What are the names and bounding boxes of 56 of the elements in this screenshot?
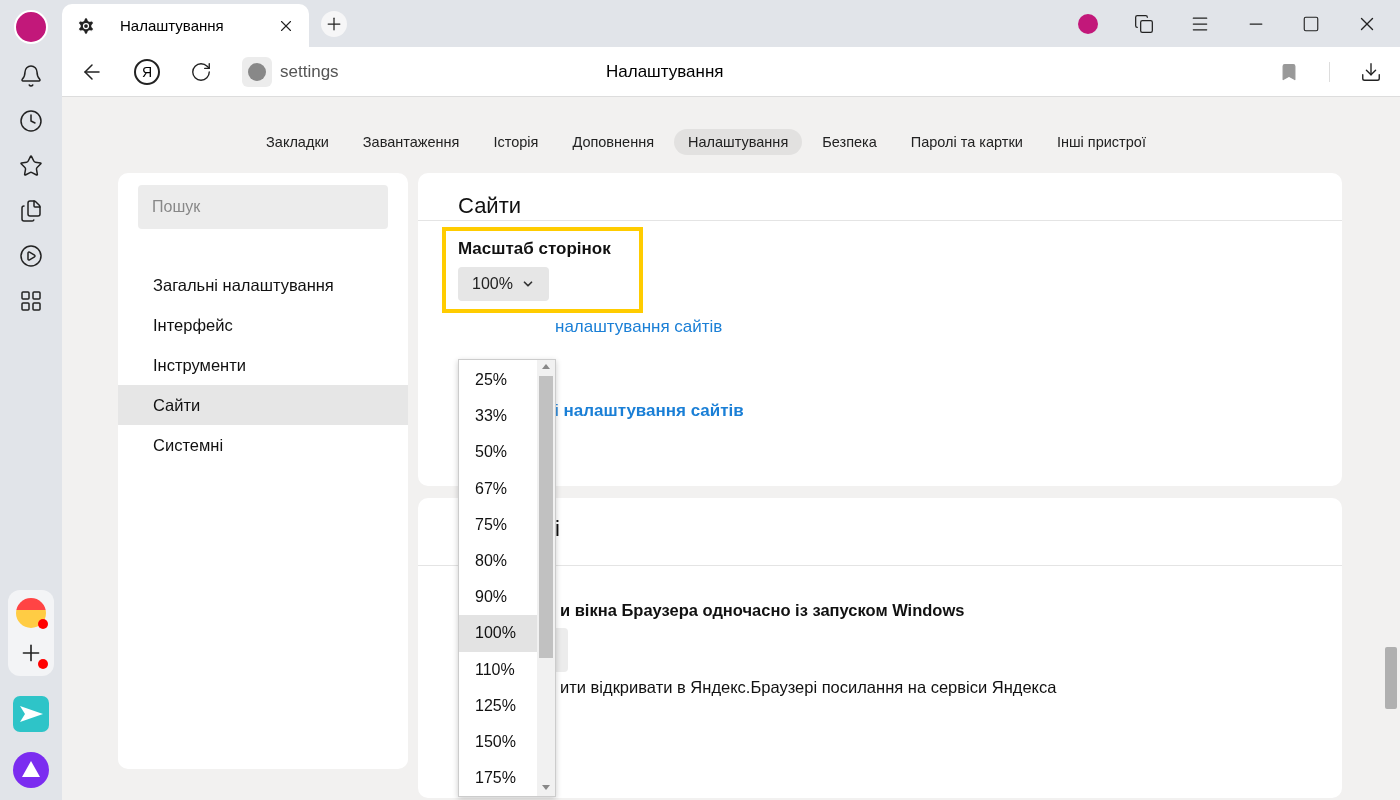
menu-item[interactable]: Сайти bbox=[118, 385, 408, 425]
nav-tab[interactable]: Інші пристрої bbox=[1042, 129, 1160, 155]
dropdown-option[interactable]: 75% bbox=[459, 506, 537, 543]
grid-icon[interactable] bbox=[19, 289, 43, 313]
maximize-icon[interactable] bbox=[1302, 15, 1320, 33]
star-icon[interactable] bbox=[19, 154, 43, 178]
nav-tab[interactable]: Завантаження bbox=[348, 129, 474, 155]
profile-avatar[interactable] bbox=[1078, 14, 1098, 34]
dropdown-option[interactable]: 150% bbox=[459, 723, 537, 761]
assistant-icon[interactable] bbox=[13, 752, 49, 788]
menu-item[interactable]: Загальні налаштування bbox=[118, 265, 408, 305]
link[interactable]: і налаштування сайтів bbox=[555, 401, 744, 420]
nav-tab[interactable]: Паролі та картки bbox=[896, 129, 1037, 155]
home-button[interactable]: Я bbox=[134, 58, 160, 85]
dropdown-option[interactable]: 80% bbox=[459, 542, 537, 580]
reload-icon[interactable] bbox=[190, 60, 212, 83]
dropdown-option[interactable]: 50% bbox=[459, 434, 537, 471]
option-label: ити відкривати в Яндекс.Браузері посилання на сервіси Яндекса bbox=[560, 678, 1057, 696]
download-icon[interactable] bbox=[1360, 60, 1382, 83]
card-title: Сайти bbox=[418, 173, 1342, 221]
search-field[interactable]: Пошук bbox=[138, 185, 388, 229]
nav-tab[interactable]: Закладки bbox=[252, 129, 343, 155]
nav-tab[interactable]: Безпека bbox=[808, 129, 891, 155]
menu-item[interactable]: Системні bbox=[118, 425, 408, 465]
dropdown-option[interactable]: 125% bbox=[459, 687, 537, 724]
notification-dot bbox=[38, 619, 48, 629]
collections-icon[interactable] bbox=[19, 199, 43, 223]
mail-icon[interactable] bbox=[16, 598, 46, 628]
scrollbar[interactable] bbox=[537, 360, 555, 796]
menu-item[interactable]: Інструменти bbox=[118, 345, 408, 385]
nav-tab[interactable]: Налаштування bbox=[674, 129, 803, 155]
play-icon[interactable] bbox=[19, 244, 43, 268]
menu-item[interactable]: Інтерфейс bbox=[118, 305, 408, 345]
dropdown-option[interactable]: 110% bbox=[459, 651, 537, 688]
bookmarks-icon[interactable] bbox=[1134, 14, 1154, 34]
history-icon[interactable] bbox=[19, 109, 43, 133]
link[interactable]: налаштування сайтів bbox=[555, 317, 723, 336]
zoom-label: Масштаб сторінок bbox=[458, 239, 612, 259]
dropdown-option[interactable]: 33% bbox=[459, 398, 537, 435]
dropdown-option[interactable]: 100% bbox=[459, 615, 537, 652]
option-label: и вікна Браузера одночасно із запуском Windows bbox=[560, 601, 965, 619]
zoom-select[interactable]: 100% bbox=[458, 267, 549, 301]
notification-dot bbox=[38, 659, 48, 669]
profile-avatar[interactable] bbox=[14, 10, 48, 44]
address-text[interactable]: settings bbox=[280, 61, 339, 82]
bell-icon[interactable] bbox=[19, 64, 43, 88]
gear-icon[interactable] bbox=[76, 15, 96, 36]
browser-tab[interactable]: Налаштування bbox=[62, 4, 309, 47]
dropdown-option[interactable]: 175% bbox=[459, 760, 537, 797]
dropdown-option[interactable]: 25% bbox=[459, 362, 537, 399]
nav-tab[interactable]: Доповнення bbox=[558, 129, 668, 155]
dropdown-option[interactable]: 90% bbox=[459, 579, 537, 616]
nav-tab[interactable]: Історія bbox=[479, 129, 553, 155]
page-title: Налаштування bbox=[606, 61, 724, 82]
dropdown-option[interactable]: 67% bbox=[459, 470, 537, 507]
site-icon[interactable] bbox=[242, 56, 272, 87]
